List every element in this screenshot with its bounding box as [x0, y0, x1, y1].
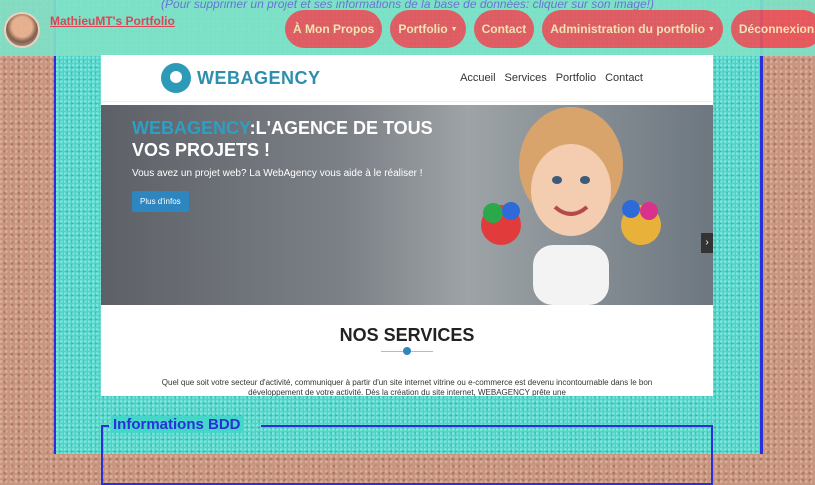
preview-menu-contact: Contact: [605, 72, 643, 84]
nav-about[interactable]: À Mon Propos: [285, 10, 383, 48]
bdd-border-right: [261, 425, 713, 427]
hero-title: WEBAGENCY:L'AGENCE DE TOUS VOS PROJETS !: [132, 117, 433, 161]
logo-text: WEBAGENCY: [197, 67, 321, 88]
bdd-fieldset: Informations BDD: [101, 416, 713, 485]
services-title: NOS SERVICES: [339, 325, 475, 345]
caret-down-icon: ▼: [707, 25, 715, 33]
nav-logout[interactable]: Déconnexion: [730, 10, 815, 48]
nav-about-label: À Mon Propos: [293, 22, 375, 36]
nav-contact[interactable]: Contact: [473, 10, 535, 48]
hero-more-button: Plus d'infos: [132, 191, 189, 212]
header-bar: (Pour supprimer un projet et ses informa…: [0, 0, 815, 56]
nav-portfolio-label: Portfolio: [398, 22, 448, 36]
project-preview[interactable]: WEBAGENCY Accueil Services Portfolio Con…: [101, 55, 713, 396]
preview-logo: WEBAGENCY: [161, 63, 321, 93]
brand-link[interactable]: MathieuMT's Portfolio: [50, 14, 175, 28]
nav-portfolio[interactable]: Portfolio ▼: [390, 10, 466, 48]
preview-hero: WEBAGENCY:L'AGENCE DE TOUS VOS PROJETS !…: [101, 105, 713, 305]
logo-icon: [161, 63, 191, 93]
nav-contact-label: Contact: [481, 22, 527, 36]
nav-logout-label: Déconnexion: [738, 22, 815, 36]
nav-admin-label: Administration du portfolio: [550, 22, 705, 36]
carousel-next-icon: ›: [701, 233, 713, 253]
preview-menu-services: Services: [504, 72, 547, 84]
main-nav: À Mon Propos Portfolio ▼ Contact Administ…: [285, 10, 815, 48]
preview-topbar: WEBAGENCY Accueil Services Portfolio Con…: [101, 55, 713, 102]
right-border-line: [760, 0, 762, 454]
hero-title-rest: :L'AGENCE DE TOUS: [249, 118, 433, 138]
bdd-legend: Informations BDD: [111, 416, 243, 433]
services-text: Quel que soit votre secteur d'activité, …: [161, 378, 653, 396]
hero-title-accent: WEBAGENCY: [132, 118, 250, 138]
avatar[interactable]: [4, 12, 40, 48]
hero-subtitle: Vous avez un projet web? La WebAgency vo…: [132, 168, 423, 179]
child-photo: [481, 107, 661, 305]
caret-down-icon: ▼: [450, 25, 458, 33]
preview-menu-portfolio: Portfolio: [555, 72, 597, 84]
bdd-border-left: [101, 425, 109, 427]
hero-title-line2: VOS PROJETS !: [132, 140, 271, 160]
preview-menu: Accueil Services Portfolio Contact: [460, 72, 643, 84]
services-dot: [403, 347, 411, 355]
preview-menu-accueil: Accueil: [460, 72, 496, 84]
nav-admin[interactable]: Administration du portfolio ▼: [542, 10, 723, 48]
